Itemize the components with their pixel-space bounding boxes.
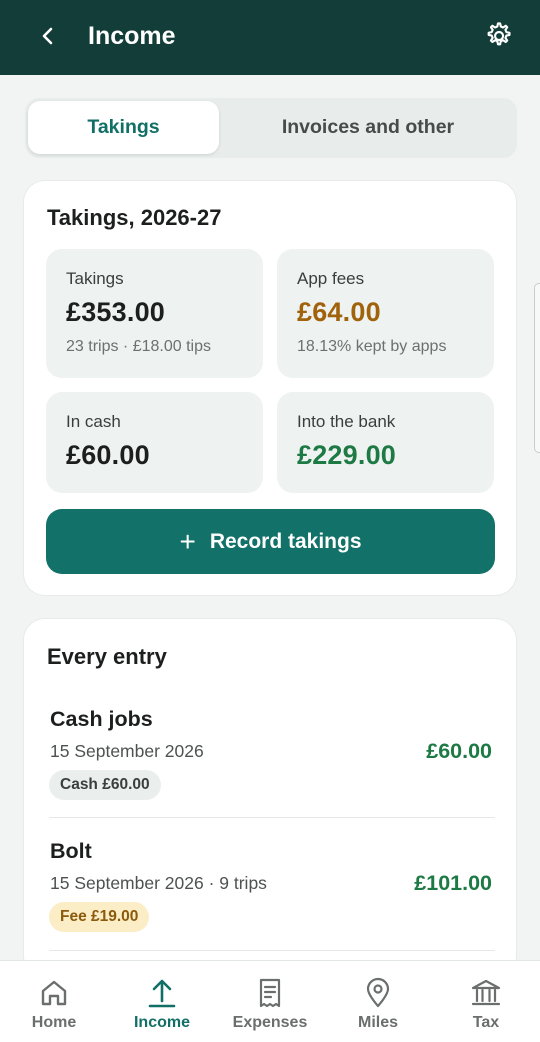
- tab-invoices-and-other[interactable]: Invoices and other: [222, 101, 514, 154]
- entries-card: Every entry Cash jobs 15 September 2026 …: [23, 618, 517, 978]
- location-pin-icon: [366, 977, 390, 1008]
- nav-income[interactable]: Income: [108, 961, 216, 1042]
- plus-icon: +: [179, 525, 196, 557]
- nav-expenses[interactable]: Expenses: [216, 961, 324, 1042]
- entries-title: Every entry: [47, 644, 167, 669]
- record-takings-label: Record takings: [209, 529, 362, 553]
- page-title: Income: [88, 22, 176, 50]
- chevron-left-icon: [42, 27, 53, 45]
- home-icon: [41, 980, 67, 1006]
- scroll-handle[interactable]: [534, 283, 540, 453]
- divider: [49, 950, 495, 951]
- cash-chip: Cash £60.00: [49, 770, 161, 800]
- tab-takings[interactable]: Takings: [28, 101, 219, 154]
- income-tabs: Takings Invoices and other: [25, 98, 517, 158]
- nav-miles[interactable]: Miles: [324, 961, 432, 1042]
- bank-icon: [471, 979, 501, 1006]
- into-bank-tile: Into the bank £229.00: [277, 392, 494, 493]
- takings-value: £353.00: [66, 297, 165, 327]
- summary-title: Takings, 2026-27: [47, 205, 222, 230]
- nav-miles-label: Miles: [357, 1014, 398, 1031]
- bottom-nav: Home Income Expenses Miles Tax: [0, 960, 540, 1042]
- back-button[interactable]: [28, 16, 68, 56]
- app-fees-tile: App fees £64.00 18.13% kept by apps: [277, 249, 494, 378]
- entry-row[interactable]: Bolt 15 September 2026 · 9 trips £101.00…: [49, 839, 495, 939]
- gear-icon: [487, 22, 511, 46]
- divider: [49, 817, 495, 818]
- takings-label: Takings: [66, 269, 124, 288]
- nav-tax-label: Tax: [472, 1014, 500, 1031]
- in-cash-value: £60.00: [66, 440, 150, 470]
- entry-meta: 15 September 2026: [50, 741, 204, 761]
- entry-name: Bolt: [50, 839, 92, 863]
- nav-expenses-label: Expenses: [232, 1014, 308, 1031]
- receipt-icon: [259, 978, 281, 1008]
- in-cash-label: In cash: [66, 412, 121, 431]
- app-fees-value: £64.00: [297, 297, 381, 327]
- entry-row[interactable]: Cash jobs 15 September 2026 £60.00 Cash …: [49, 707, 495, 807]
- app-fees-sub: 18.13% kept by apps: [297, 338, 447, 355]
- nav-home-label: Home: [31, 1014, 77, 1031]
- entry-name: Cash jobs: [50, 707, 153, 731]
- nav-income-label: Income: [133, 1014, 190, 1031]
- fee-chip: Fee £19.00: [49, 902, 150, 932]
- app-bar: Income: [0, 0, 540, 75]
- record-takings-button[interactable]: + Record takings: [46, 509, 495, 574]
- entry-amount: £60.00: [426, 739, 492, 763]
- takings-tile: Takings £353.00 23 trips · £18.00 tips: [46, 249, 263, 378]
- upload-icon: [148, 979, 176, 1008]
- nav-tax[interactable]: Tax: [432, 961, 540, 1042]
- takings-summary-card: Takings, 2026-27 Takings £353.00 23 trip…: [23, 180, 517, 596]
- settings-button[interactable]: [476, 14, 520, 58]
- into-bank-value: £229.00: [297, 440, 396, 470]
- in-cash-tile: In cash £60.00: [46, 392, 263, 493]
- entry-meta: 15 September 2026 · 9 trips: [50, 873, 267, 893]
- takings-sub: 23 trips · £18.00 tips: [66, 338, 211, 355]
- into-bank-label: Into the bank: [297, 412, 396, 431]
- nav-home[interactable]: Home: [0, 961, 108, 1042]
- entry-amount: £101.00: [414, 871, 492, 895]
- app-fees-label: App fees: [297, 269, 365, 288]
